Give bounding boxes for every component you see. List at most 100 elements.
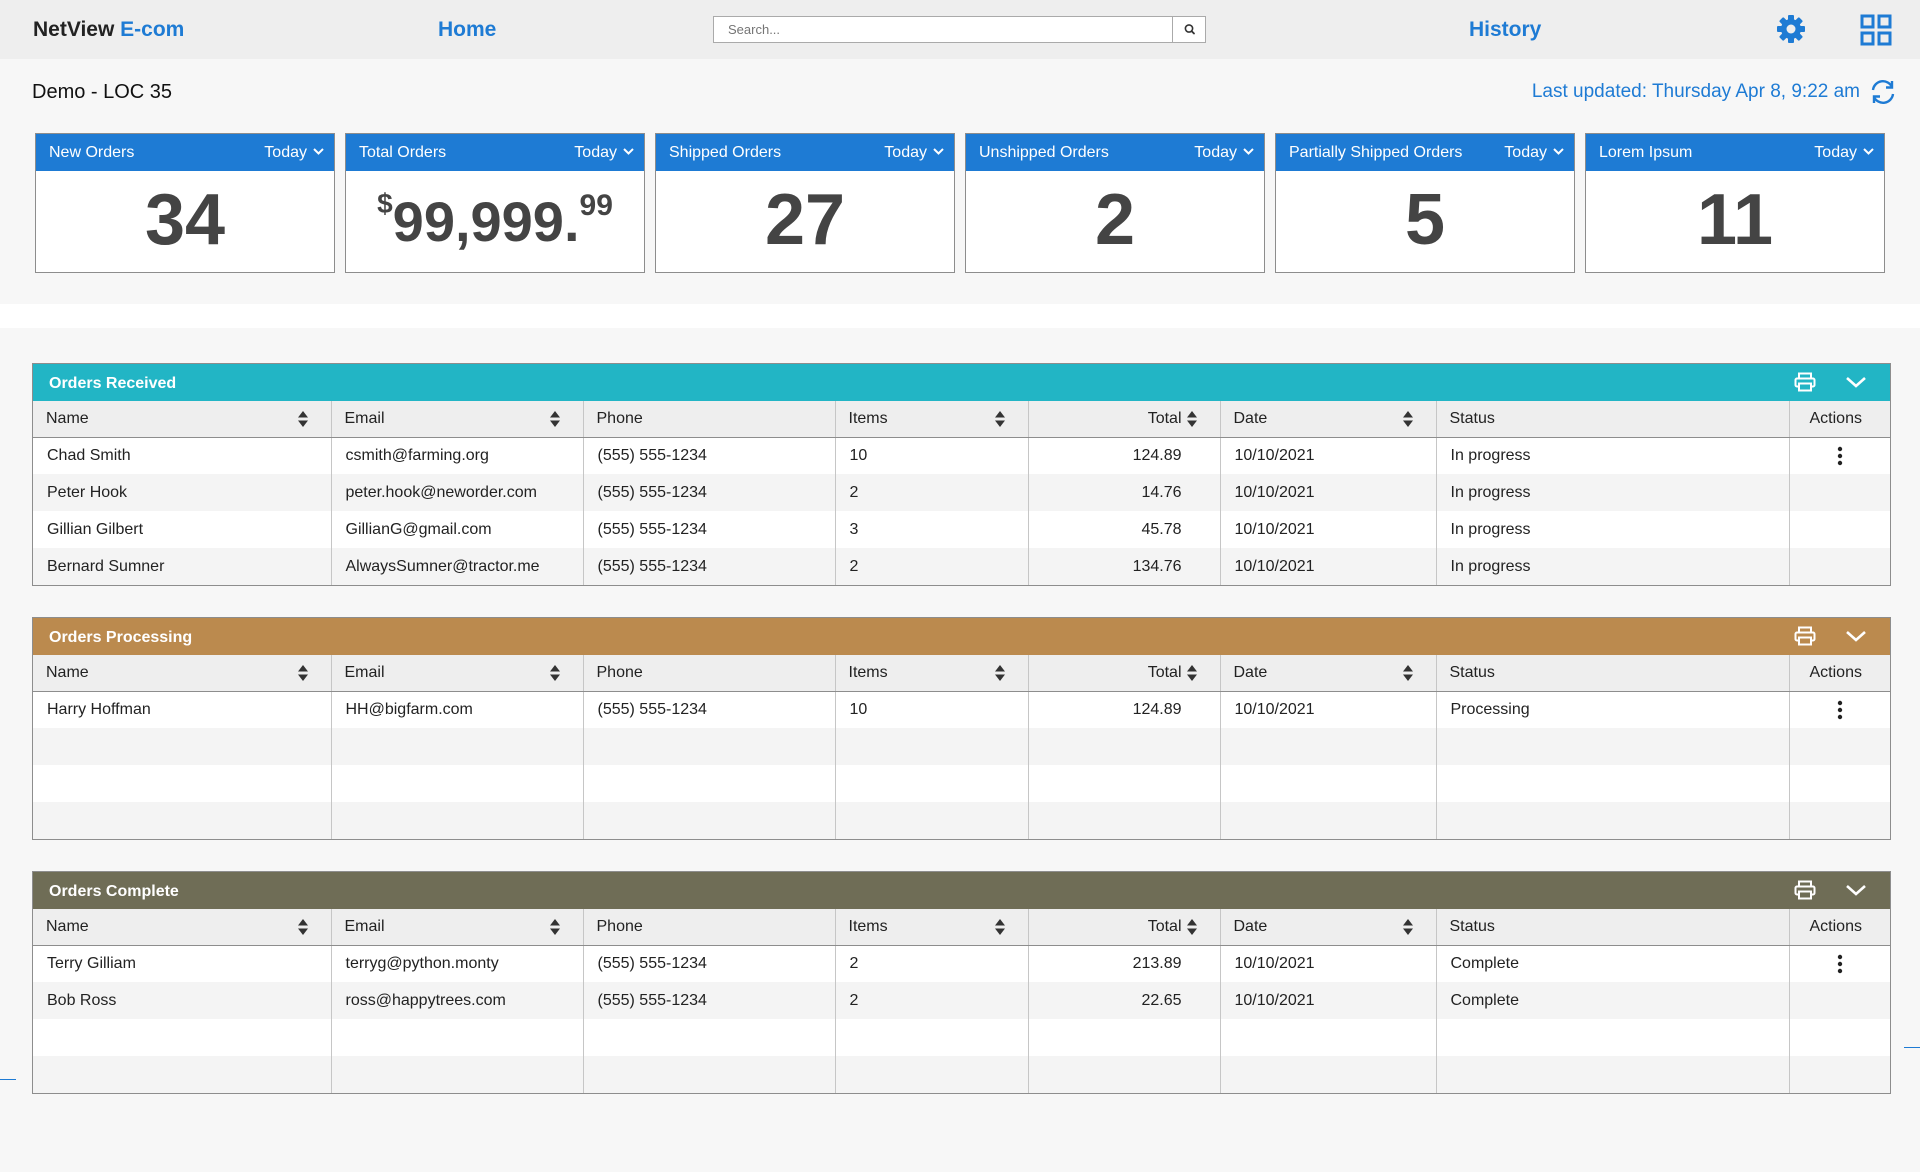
column-label: Date <box>1233 409 1268 427</box>
table-row[interactable]: Peter Hook peter.hook@neworder.com (555)… <box>33 474 1890 511</box>
more-vertical-icon[interactable] <box>1837 446 1843 466</box>
column-header-status[interactable]: Status <box>1436 401 1790 438</box>
kpi-range-label: Today <box>264 144 307 161</box>
table-row[interactable]: Bob Ross ross@happytrees.com (555) 555-1… <box>33 982 1890 1019</box>
kpi-value: 27 <box>764 180 846 260</box>
kpi-range-label: Today <box>1504 144 1547 161</box>
print-button[interactable] <box>1794 372 1816 392</box>
cell-date: 10/10/2021 <box>1220 945 1437 982</box>
table-row[interactable]: Bernard Sumner AlwaysSumner@tractor.me (… <box>33 548 1890 585</box>
settings-button[interactable] <box>1774 13 1808 47</box>
cell-actions <box>1789 982 1890 1019</box>
column-header-total[interactable]: Total <box>1028 401 1221 438</box>
cell-total: 124.89 <box>1028 437 1221 474</box>
search-icon <box>1184 24 1195 35</box>
column-label: Phone <box>596 409 643 427</box>
column-header-date[interactable]: Date <box>1220 401 1437 438</box>
search-button[interactable] <box>1172 17 1205 42</box>
table-row[interactable]: Chad Smith csmith@farming.org (555) 555-… <box>33 437 1890 474</box>
table-row[interactable]: Terry Gilliam terryg@python.monty (555) … <box>33 945 1890 982</box>
sort-icon <box>549 411 560 427</box>
cell-email: AlwaysSumner@tractor.me <box>331 548 584 585</box>
kpi-range-dropdown[interactable]: Today <box>1504 144 1564 162</box>
edge-marker-left <box>0 1079 16 1080</box>
column-label: Phone <box>596 917 643 935</box>
collapse-button[interactable] <box>1844 880 1868 900</box>
more-vertical-icon[interactable] <box>1837 700 1843 720</box>
search-input[interactable] <box>714 17 1173 42</box>
print-button[interactable] <box>1794 880 1816 900</box>
column-header-name[interactable]: Name <box>33 655 332 692</box>
cell-items: 2 <box>835 982 1029 1019</box>
kpi-value: 34 <box>144 180 226 260</box>
kpi-range-dropdown[interactable]: Today <box>574 144 634 162</box>
kpi-range-dropdown[interactable]: Today <box>1814 144 1874 162</box>
cell-phone: (555) 555-1234 <box>583 982 836 1019</box>
column-header-actions: Actions <box>1789 655 1890 692</box>
kpi-title: Total Orders <box>359 144 447 161</box>
collapse-button[interactable] <box>1844 626 1868 646</box>
last-updated-text: Last updated: Thursday Apr 8, 9:22 am <box>1531 81 1860 102</box>
table-header-row: Name Email Phone Items Total Date Status… <box>33 655 1890 692</box>
sort-icon <box>297 919 308 935</box>
column-header-total[interactable]: Total <box>1028 655 1221 692</box>
orders-table: Name Email Phone Items Total Date Status… <box>33 909 1890 1093</box>
cell-items: 2 <box>835 945 1029 982</box>
column-header-date[interactable]: Date <box>1220 909 1437 946</box>
column-label: Actions <box>1809 663 1862 681</box>
column-label: Name <box>46 917 89 935</box>
brand-logo[interactable]: NetView E-com <box>33 18 184 42</box>
column-header-status[interactable]: Status <box>1436 655 1790 692</box>
refresh-button[interactable] <box>1868 78 1898 106</box>
column-label: Actions <box>1809 917 1862 935</box>
column-header-status[interactable]: Status <box>1436 909 1790 946</box>
table-row[interactable]: Gillian Gilbert GillianG@gmail.com (555)… <box>33 511 1890 548</box>
cell-name: Gillian Gilbert <box>33 511 332 548</box>
apps-grid-button[interactable] <box>1859 13 1893 47</box>
kpi-title: Partially Shipped Orders <box>1289 144 1463 161</box>
column-header-email[interactable]: Email <box>331 909 584 946</box>
cell-actions <box>1789 474 1890 511</box>
sort-icon <box>1402 665 1413 681</box>
column-header-items[interactable]: Items <box>835 909 1029 946</box>
top-nav: NetView E-com Home History <box>0 0 1920 59</box>
kpi-range-dropdown[interactable]: Today <box>1194 144 1254 162</box>
column-header-phone[interactable]: Phone <box>583 401 836 438</box>
column-header-email[interactable]: Email <box>331 655 584 692</box>
column-header-email[interactable]: Email <box>331 401 584 438</box>
collapse-button[interactable] <box>1844 372 1868 392</box>
kpi-header: Unshipped Orders Today <box>966 134 1264 171</box>
column-header-phone[interactable]: Phone <box>583 909 836 946</box>
kpi-currency: $ <box>377 188 393 219</box>
nav-home-link[interactable]: Home <box>438 18 496 42</box>
column-header-date[interactable]: Date <box>1220 655 1437 692</box>
edge-marker-right <box>1904 1047 1920 1048</box>
kpi-range-dropdown[interactable]: Today <box>884 144 944 162</box>
kpi-range-label: Today <box>574 144 617 161</box>
search-box <box>713 16 1206 43</box>
refresh-icon <box>1871 80 1895 104</box>
kpi-range-dropdown[interactable]: Today <box>264 144 324 162</box>
column-header-total[interactable]: Total <box>1028 909 1221 946</box>
column-header-name[interactable]: Name <box>33 909 332 946</box>
column-header-items[interactable]: Items <box>835 655 1029 692</box>
table-row[interactable]: Harry Hoffman HH@bigfarm.com (555) 555-1… <box>33 691 1890 728</box>
cell-total: 124.89 <box>1028 691 1221 728</box>
column-label: Date <box>1233 917 1268 935</box>
column-label: Items <box>848 663 888 681</box>
kpi-card-total-orders: Total Orders Today $99,999.99 <box>345 133 645 273</box>
column-header-name[interactable]: Name <box>33 401 332 438</box>
sort-icon <box>994 919 1005 935</box>
column-label: Date <box>1233 663 1268 681</box>
print-button[interactable] <box>1794 626 1816 646</box>
column-label: Actions <box>1809 409 1862 427</box>
column-header-phone[interactable]: Phone <box>583 655 836 692</box>
nav-history-link[interactable]: History <box>1469 18 1541 42</box>
more-vertical-icon[interactable] <box>1837 954 1843 974</box>
cell-total: 14.76 <box>1028 474 1221 511</box>
column-header-items[interactable]: Items <box>835 401 1029 438</box>
chevron-down-icon <box>1243 148 1254 155</box>
cell-status: In progress <box>1436 437 1790 474</box>
panel-title: Orders Received <box>49 375 177 392</box>
cell-total: 45.78 <box>1028 511 1221 548</box>
